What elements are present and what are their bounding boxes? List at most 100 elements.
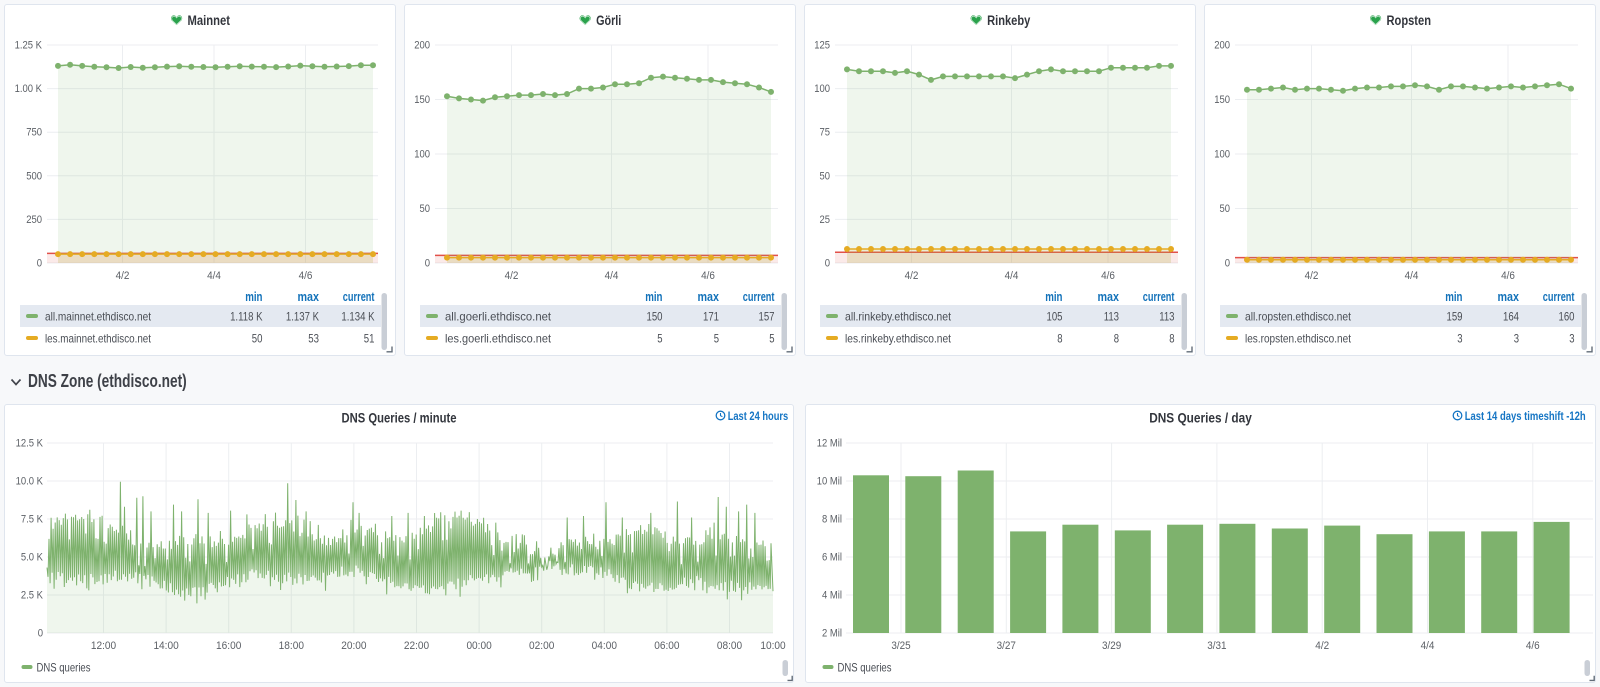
svg-text:02:00: 02:00 [529, 640, 554, 652]
svg-text:4/6: 4/6 [299, 270, 313, 282]
svg-text:12 Mil: 12 Mil [817, 438, 842, 450]
svg-text:150: 150 [414, 94, 430, 106]
svg-text:50: 50 [1220, 203, 1231, 215]
svg-text:6 Mil: 6 Mil [822, 552, 842, 564]
svg-text:3/29: 3/29 [1102, 640, 1121, 652]
svg-text:164: 164 [1503, 310, 1519, 324]
svg-text:current: current [343, 290, 375, 304]
svg-text:4/4: 4/4 [1421, 640, 1435, 652]
svg-text:75: 75 [820, 127, 831, 139]
svg-text:500: 500 [26, 170, 42, 182]
svg-text:105: 105 [1047, 310, 1063, 324]
svg-text:51: 51 [364, 332, 375, 346]
svg-text:04:00: 04:00 [592, 640, 617, 652]
svg-text:200: 200 [414, 40, 430, 52]
svg-text:1.25 K: 1.25 K [15, 40, 43, 52]
svg-text:Rinkeby: Rinkeby [987, 13, 1031, 28]
svg-text:0: 0 [825, 258, 830, 270]
svg-text:171: 171 [703, 310, 719, 324]
svg-text:4/2: 4/2 [116, 270, 130, 282]
svg-text:DNS queries: DNS queries [838, 661, 892, 675]
svg-text:DNS Zone (ethdisco.net): DNS Zone (ethdisco.net) [28, 371, 187, 391]
svg-text:min: min [245, 290, 262, 304]
svg-text:50: 50 [252, 332, 263, 346]
svg-text:4/2: 4/2 [1315, 640, 1329, 652]
svg-text:DNS queries: DNS queries [37, 661, 91, 675]
svg-text:3/25: 3/25 [891, 640, 910, 652]
svg-text:750: 750 [26, 127, 42, 139]
svg-text:0: 0 [425, 258, 430, 270]
svg-text:min: min [1445, 290, 1462, 304]
svg-text:53: 53 [308, 332, 319, 346]
svg-text:50: 50 [420, 203, 431, 215]
svg-text:5: 5 [714, 332, 720, 346]
svg-text:Görli: Görli [596, 13, 621, 28]
svg-text:0: 0 [38, 628, 43, 640]
svg-text:7.5 K: 7.5 K [21, 514, 44, 526]
svg-text:Ropsten: Ropsten [1387, 13, 1432, 28]
svg-text:4/4: 4/4 [1005, 270, 1019, 282]
svg-text:current: current [1143, 290, 1175, 304]
svg-text:4/4: 4/4 [207, 270, 221, 282]
svg-text:current: current [1543, 290, 1575, 304]
svg-text:0: 0 [37, 258, 42, 270]
svg-text:20:00: 20:00 [341, 640, 366, 652]
svg-text:max: max [698, 290, 720, 304]
svg-text:all.mainnet.ethdisco.net: all.mainnet.ethdisco.net [45, 310, 152, 324]
svg-text:8: 8 [1169, 332, 1175, 346]
svg-text:Last 24 hours: Last 24 hours [728, 409, 789, 423]
svg-text:12:00: 12:00 [91, 640, 116, 652]
svg-text:113: 113 [1104, 310, 1120, 324]
svg-text:250: 250 [26, 214, 42, 226]
svg-text:8: 8 [1114, 332, 1120, 346]
svg-text:4/6: 4/6 [1101, 270, 1115, 282]
svg-text:159: 159 [1447, 310, 1463, 324]
svg-text:06:00: 06:00 [654, 640, 679, 652]
svg-text:150: 150 [1214, 94, 1230, 106]
svg-text:4/2: 4/2 [1305, 270, 1319, 282]
svg-text:18:00: 18:00 [279, 640, 304, 652]
svg-text:4/6: 4/6 [1501, 270, 1515, 282]
svg-text:4/4: 4/4 [1405, 270, 1419, 282]
svg-text:22:00: 22:00 [404, 640, 429, 652]
svg-text:8: 8 [1057, 332, 1063, 346]
svg-text:3/27: 3/27 [997, 640, 1016, 652]
svg-text:4/2: 4/2 [505, 270, 519, 282]
svg-text:5.0 K: 5.0 K [21, 552, 44, 564]
svg-text:1.137 K: 1.137 K [286, 310, 319, 324]
svg-text:200: 200 [1214, 40, 1230, 52]
svg-text:3: 3 [1569, 332, 1575, 346]
svg-text:1.118 K: 1.118 K [230, 310, 262, 324]
svg-text:50: 50 [820, 170, 831, 182]
svg-text:157: 157 [759, 310, 775, 324]
svg-text:5: 5 [657, 332, 663, 346]
svg-text:2 Mil: 2 Mil [822, 628, 842, 640]
svg-text:113: 113 [1159, 310, 1175, 324]
svg-text:all.ropsten.ethdisco.net: all.ropsten.ethdisco.net [1245, 310, 1352, 324]
svg-text:les.ropsten.ethdisco.net: les.ropsten.ethdisco.net [1245, 332, 1352, 346]
svg-text:25: 25 [820, 214, 831, 226]
svg-text:100: 100 [1214, 149, 1230, 161]
svg-text:3: 3 [1457, 332, 1463, 346]
svg-text:3/31: 3/31 [1207, 640, 1226, 652]
svg-text:4 Mil: 4 Mil [822, 590, 842, 602]
svg-text:4/4: 4/4 [605, 270, 619, 282]
svg-text:les.mainnet.ethdisco.net: les.mainnet.ethdisco.net [45, 332, 152, 346]
svg-text:all.rinkeby.ethdisco.net: all.rinkeby.ethdisco.net [845, 310, 952, 324]
svg-text:4/6: 4/6 [701, 270, 715, 282]
svg-text:5: 5 [769, 332, 775, 346]
svg-text:DNS Queries / minute: DNS Queries / minute [342, 410, 457, 426]
svg-text:10 Mil: 10 Mil [817, 476, 842, 488]
svg-text:DNS Queries / day: DNS Queries / day [1149, 410, 1252, 426]
svg-text:les.goerli.ethdisco.net: les.goerli.ethdisco.net [445, 332, 552, 346]
svg-text:125: 125 [814, 40, 830, 52]
svg-text:08:00: 08:00 [717, 640, 742, 652]
svg-text:12.5 K: 12.5 K [16, 438, 44, 450]
svg-text:min: min [1045, 290, 1062, 304]
svg-text:00:00: 00:00 [466, 640, 491, 652]
svg-text:all.goerli.ethdisco.net: all.goerli.ethdisco.net [445, 310, 552, 324]
svg-text:current: current [743, 290, 775, 304]
svg-text:4/2: 4/2 [905, 270, 919, 282]
svg-text:8 Mil: 8 Mil [822, 514, 842, 526]
svg-text:4/6: 4/6 [1526, 640, 1540, 652]
